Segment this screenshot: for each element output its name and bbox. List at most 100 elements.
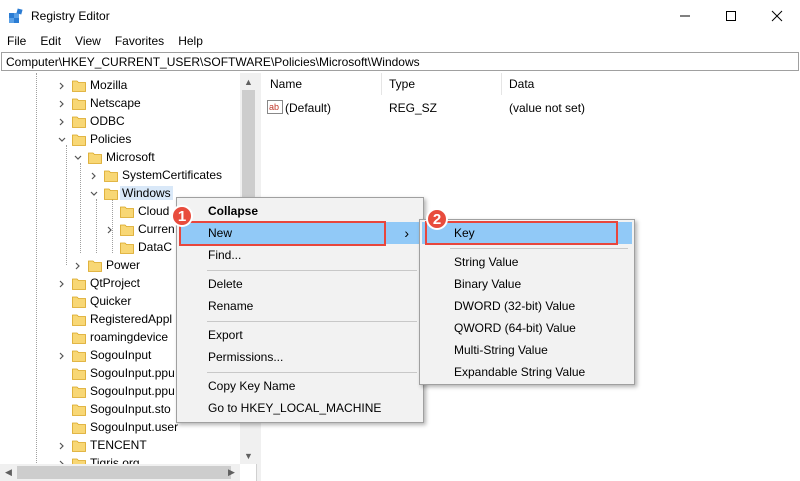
tree-item-label: Curren: [138, 222, 175, 236]
tree-item-label: Policies: [90, 132, 132, 146]
minimize-button[interactable]: [662, 0, 708, 31]
menu-item-export[interactable]: Export: [179, 324, 421, 346]
scroll-left-icon[interactable]: ◀: [0, 464, 17, 481]
chevron-down-icon[interactable]: [56, 134, 68, 146]
chevron-right-icon[interactable]: [88, 170, 100, 182]
folder-icon: [72, 386, 86, 398]
window-title: Registry Editor: [31, 9, 110, 23]
tree-item[interactable]: Microsoft: [0, 149, 256, 167]
tree-item[interactable]: Policies: [0, 131, 256, 149]
submenu-item-qword-value[interactable]: QWORD (64-bit) Value: [422, 317, 632, 339]
menu-item-copy-key-name[interactable]: Copy Key Name: [179, 375, 421, 397]
tree-item-label: Windows: [120, 186, 173, 200]
ab-string-icon: ab: [267, 100, 283, 114]
scroll-right-icon[interactable]: ▶: [223, 464, 240, 481]
menu-edit[interactable]: Edit: [33, 31, 68, 51]
column-divider[interactable]: [381, 73, 382, 95]
scroll-down-icon[interactable]: ▼: [240, 447, 257, 464]
chevron-right-icon[interactable]: [56, 80, 68, 92]
folder-icon: [120, 242, 134, 254]
submenu-item-expandable-string-value[interactable]: Expandable String Value: [422, 361, 632, 383]
value-name: (Default): [285, 101, 332, 115]
tree-item[interactable]: TENCENT: [0, 437, 256, 455]
tree-item[interactable]: SystemCertificates: [0, 167, 256, 185]
tree-item-label: Power: [106, 258, 141, 272]
folder-icon: [88, 260, 102, 272]
menu-bar: File Edit View Favorites Help: [0, 31, 800, 51]
svg-text:ab: ab: [269, 102, 279, 112]
submenu-item-multi-string-value[interactable]: Multi-String Value: [422, 339, 632, 361]
submenu-item-string-value[interactable]: String Value: [422, 251, 632, 273]
scroll-up-icon[interactable]: ▲: [240, 73, 257, 90]
tree-item-label: TENCENT: [90, 438, 147, 452]
folder-icon: [72, 314, 86, 326]
folder-icon: [104, 188, 118, 200]
chevron-right-icon[interactable]: [56, 440, 68, 452]
submenu-item-binary-value[interactable]: Binary Value: [422, 273, 632, 295]
folder-icon: [72, 80, 86, 92]
folder-icon: [72, 422, 86, 434]
menu-item-collapse[interactable]: Collapse: [179, 200, 421, 222]
folder-icon: [72, 440, 86, 452]
folder-icon: [72, 98, 86, 110]
tree-item[interactable]: ODBC: [0, 113, 256, 131]
folder-icon: [120, 224, 134, 236]
menu-help[interactable]: Help: [171, 31, 210, 51]
annotation-highlight-key: [425, 221, 618, 245]
annotation-highlight-new: [179, 221, 386, 246]
menu-item-goto-hklm[interactable]: Go to HKEY_LOCAL_MACHINE: [179, 397, 421, 419]
minimize-icon: [680, 15, 690, 16]
menu-file[interactable]: File: [0, 31, 33, 51]
folder-icon: [72, 404, 86, 416]
tree-item[interactable]: Netscape: [0, 95, 256, 113]
tree-item-label: SogouInput.sto: [90, 402, 171, 416]
chevron-right-icon[interactable]: [56, 350, 68, 362]
tree-item-label: Mozilla: [90, 78, 128, 92]
folder-icon: [72, 368, 86, 380]
chevron-down-icon[interactable]: [72, 152, 84, 164]
tree-item-label: Quicker: [90, 294, 132, 308]
menu-view[interactable]: View: [68, 31, 108, 51]
menu-item-delete[interactable]: Delete: [179, 273, 421, 295]
tree-item-label: roamingdevice: [90, 330, 169, 344]
tree-item-label: SogouInput: [90, 348, 152, 362]
tree-item-label: DataC: [138, 240, 173, 254]
step-badge-2: 2: [426, 208, 448, 230]
chevron-right-icon[interactable]: [56, 116, 68, 128]
close-button[interactable]: [754, 0, 800, 31]
menu-separator: [450, 248, 628, 249]
tree-item[interactable]: Mozilla: [0, 77, 256, 95]
tree-item-label: ODBC: [90, 114, 125, 128]
tree-horizontal-scroll-thumb[interactable]: [17, 466, 231, 479]
menu-item-permissions[interactable]: Permissions...: [179, 346, 421, 368]
chevron-right-icon[interactable]: [56, 278, 68, 290]
chevron-right-icon[interactable]: [72, 260, 84, 272]
tree-item-label: SogouInput.ppu: [90, 384, 175, 398]
tree-item-label: SogouInput.user: [90, 420, 179, 434]
maximize-icon: [726, 10, 736, 21]
column-header-name[interactable]: Name: [270, 77, 302, 91]
chevron-right-icon[interactable]: [104, 224, 116, 236]
submenu-item-dword-value[interactable]: DWORD (32-bit) Value: [422, 295, 632, 317]
tree-item-label: SogouInput.ppu: [90, 366, 175, 380]
column-divider[interactable]: [501, 73, 502, 95]
folder-icon: [120, 206, 134, 218]
menu-favorites[interactable]: Favorites: [108, 31, 171, 51]
chevron-right-icon[interactable]: [56, 98, 68, 110]
maximize-button[interactable]: [708, 0, 754, 31]
column-header-type[interactable]: Type: [389, 77, 415, 91]
registry-editor-icon: [9, 8, 23, 23]
folder-icon: [72, 134, 86, 146]
folder-icon: [72, 350, 86, 362]
menu-item-rename[interactable]: Rename: [179, 295, 421, 317]
folder-icon: [72, 332, 86, 344]
column-header-data[interactable]: Data: [509, 77, 534, 91]
menu-separator: [207, 321, 417, 322]
folder-icon: [104, 170, 118, 182]
address-bar[interactable]: Computer\HKEY_CURRENT_USER\SOFTWARE\Poli…: [1, 52, 799, 71]
chevron-down-icon[interactable]: [88, 188, 100, 200]
value-data: (value not set): [509, 101, 586, 115]
menu-item-find[interactable]: Find...: [179, 244, 421, 266]
tree-horizontal-scrollbar[interactable]: ◀ ▶: [0, 464, 240, 481]
tree-vertical-scroll-thumb[interactable]: [242, 90, 255, 210]
